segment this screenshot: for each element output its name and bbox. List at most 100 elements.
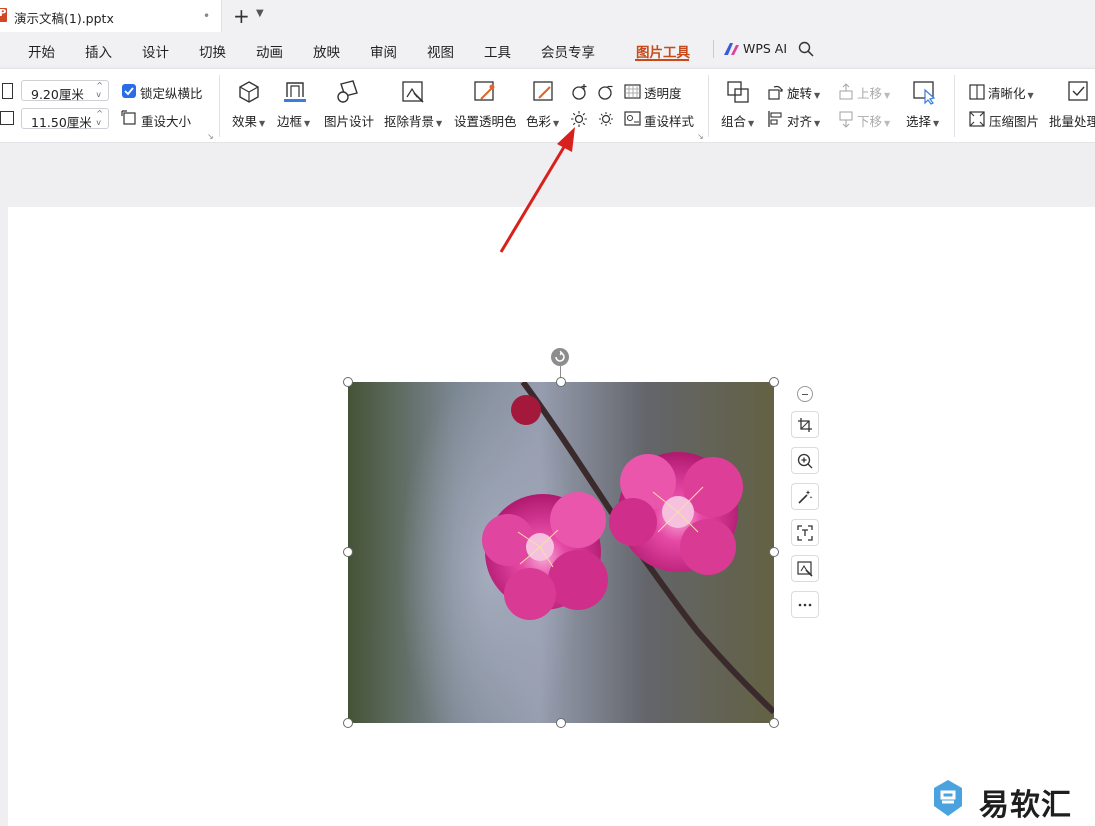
align-button[interactable]: 对齐 ▼ — [787, 111, 820, 130]
remove-background-button[interactable]: 抠除背景 ▼ — [384, 111, 442, 130]
crop-icon — [798, 418, 812, 432]
remove-bg-quick-button[interactable] — [791, 555, 819, 582]
rotate-handle[interactable] — [551, 348, 569, 366]
menu-insert[interactable]: 插入 — [85, 41, 112, 61]
remove-background-icon — [402, 81, 424, 103]
resize-handle-right[interactable] — [769, 547, 779, 557]
height-stepper-icon[interactable]: ^ v — [96, 109, 103, 127]
menu-tools[interactable]: 工具 — [484, 41, 511, 61]
group-button[interactable]: 组合 ▼ — [721, 111, 754, 130]
effects-label: 效果 — [232, 114, 258, 129]
crop-button[interactable] — [791, 411, 819, 438]
remove-bg-icon — [797, 561, 813, 577]
lock-ratio-checkbox[interactable] — [122, 84, 136, 98]
select-icon — [913, 81, 936, 105]
move-down-icon — [839, 111, 853, 128]
checkmark-icon — [124, 87, 134, 96]
size-dialog-launcher-icon[interactable]: ↘ — [207, 132, 214, 141]
plum-blossom-image — [348, 382, 774, 723]
batch-process-button[interactable]: 批量处理 — [1049, 111, 1095, 130]
menu-design[interactable]: 设计 — [142, 41, 169, 61]
menu-transitions[interactable]: 切换 — [199, 41, 226, 61]
watermark-text: 易软汇 — [979, 788, 1072, 823]
menu-bar: 开始 插入 设计 切换 动画 放映 审阅 视图 工具 会员专享 图片工具 WPS… — [0, 32, 1095, 66]
document-tab[interactable]: P 演示文稿(1).pptx • — [0, 0, 222, 32]
menu-picture-tools[interactable]: 图片工具 — [636, 41, 690, 61]
rotate-button[interactable]: 旋转 ▼ — [787, 83, 820, 102]
resize-handle-bottom-right[interactable] — [769, 718, 779, 728]
move-down-label: 下移 — [857, 114, 883, 129]
menu-slideshow[interactable]: 放映 — [313, 41, 340, 61]
menu-view[interactable]: 视图 — [427, 41, 454, 61]
reset-style-button[interactable]: 重设样式 — [644, 111, 694, 130]
contrast-decrease-icon[interactable] — [597, 83, 615, 101]
resize-handle-top-left[interactable] — [343, 377, 353, 387]
color-icon — [533, 81, 553, 101]
more-options-button[interactable] — [791, 591, 819, 618]
move-up-label: 上移 — [857, 86, 883, 101]
magic-wand-button[interactable] — [791, 483, 819, 510]
search-icon[interactable] — [798, 41, 814, 57]
transparency-button[interactable]: 透明度 — [644, 83, 682, 102]
resize-handle-bottom-left[interactable] — [343, 718, 353, 728]
rotate-icon — [768, 85, 783, 100]
menu-member[interactable]: 会员专享 — [541, 41, 595, 61]
selected-picture[interactable] — [348, 382, 774, 723]
width-value: 9.20厘米 — [31, 87, 84, 102]
zoom-in-icon — [797, 453, 813, 469]
tab-list-chevron-icon[interactable]: ▼ — [256, 8, 264, 19]
height-input[interactable]: 11.50厘米 ^ v — [21, 108, 109, 130]
menu-home[interactable]: 开始 — [28, 41, 55, 61]
reset-size-button[interactable]: 重设大小 — [141, 111, 191, 130]
new-tab-button[interactable]: + — [233, 4, 250, 28]
magic-wand-icon — [798, 490, 813, 504]
contrast-increase-icon[interactable] — [571, 83, 589, 101]
border-icon — [284, 82, 306, 102]
wps-ai-icon — [724, 43, 739, 55]
rotate-label: 旋转 — [787, 86, 813, 101]
move-up-button[interactable]: 上移 ▼ — [857, 83, 890, 102]
effects-icon — [239, 81, 259, 103]
ocr-icon — [797, 525, 813, 541]
document-tab-title: 演示文稿(1).pptx — [14, 11, 114, 26]
height-value: 11.50厘米 — [31, 115, 92, 130]
batch-process-icon — [1068, 81, 1088, 101]
reset-size-icon — [121, 110, 136, 125]
picture-dialog-launcher-icon[interactable]: ↘ — [697, 132, 704, 141]
remove-background-label: 抠除背景 — [384, 114, 435, 129]
ocr-button[interactable] — [791, 519, 819, 546]
rotate-handle-icon — [555, 350, 565, 362]
zoom-in-button[interactable] — [791, 447, 819, 474]
compress-picture-button[interactable]: 压缩图片 — [989, 111, 1039, 130]
menu-wps-ai[interactable]: WPS AI — [743, 41, 787, 56]
resize-handle-top-right[interactable] — [769, 377, 779, 387]
ribbon-divider — [708, 75, 709, 137]
resize-handle-left[interactable] — [343, 547, 353, 557]
effects-button[interactable]: 效果 ▼ — [232, 111, 265, 130]
reset-style-icon — [624, 111, 641, 126]
resize-handle-bottom[interactable] — [556, 718, 566, 728]
compress-picture-icon — [969, 111, 985, 127]
sharpen-label: 清晰化 — [988, 86, 1026, 101]
select-button[interactable]: 选择 ▼ — [906, 111, 939, 130]
move-down-button[interactable]: 下移 ▼ — [857, 111, 890, 130]
collapse-toolbar-button[interactable] — [797, 386, 813, 402]
picture-design-button[interactable]: 图片设计 — [324, 111, 374, 130]
group-label: 组合 — [721, 114, 747, 129]
width-stepper-icon[interactable]: ^ v — [96, 81, 103, 99]
resize-handle-top[interactable] — [556, 377, 566, 387]
set-transparent-color-icon — [474, 81, 495, 101]
group-icon — [727, 81, 749, 103]
move-up-icon — [839, 83, 853, 100]
sharpen-button[interactable]: 清晰化 ▼ — [988, 83, 1034, 102]
menu-divider — [713, 40, 714, 58]
border-button[interactable]: 边框 ▼ — [277, 111, 310, 130]
width-input[interactable]: 9.20厘米 ^ v — [21, 80, 109, 102]
menu-animations[interactable]: 动画 — [256, 41, 283, 61]
menu-review[interactable]: 审阅 — [370, 41, 397, 61]
unsaved-indicator[interactable]: • — [203, 9, 210, 23]
sharpen-icon — [969, 84, 985, 100]
height-icon — [0, 111, 14, 125]
brightness-decrease-icon[interactable] — [597, 110, 615, 128]
ribbon-divider — [954, 75, 955, 137]
